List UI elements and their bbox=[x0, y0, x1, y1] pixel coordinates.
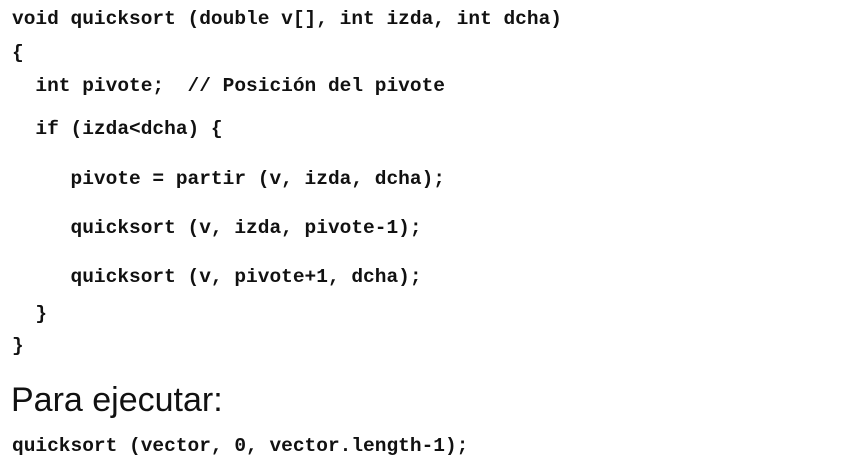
code-line-signature: void quicksort (double v[], int izda, in… bbox=[12, 8, 562, 30]
usage-heading: Para ejecutar: bbox=[11, 381, 223, 419]
code-line-partir: pivote = partir (v, izda, dcha); bbox=[12, 168, 445, 190]
code-line-close-if: } bbox=[12, 303, 48, 325]
code-line-recursive-right: quicksort (v, pivote+1, dcha); bbox=[12, 266, 422, 288]
code-line-open-brace: { bbox=[12, 42, 24, 64]
code-line-declaration: int pivote; // Posición del pivote bbox=[12, 75, 445, 97]
code-line-if: if (izda<dcha) { bbox=[12, 118, 223, 140]
usage-call-line: quicksort (vector, 0, vector.length-1); bbox=[12, 435, 469, 457]
code-line-close-function: } bbox=[12, 335, 24, 357]
code-line-recursive-left: quicksort (v, izda, pivote-1); bbox=[12, 217, 422, 239]
